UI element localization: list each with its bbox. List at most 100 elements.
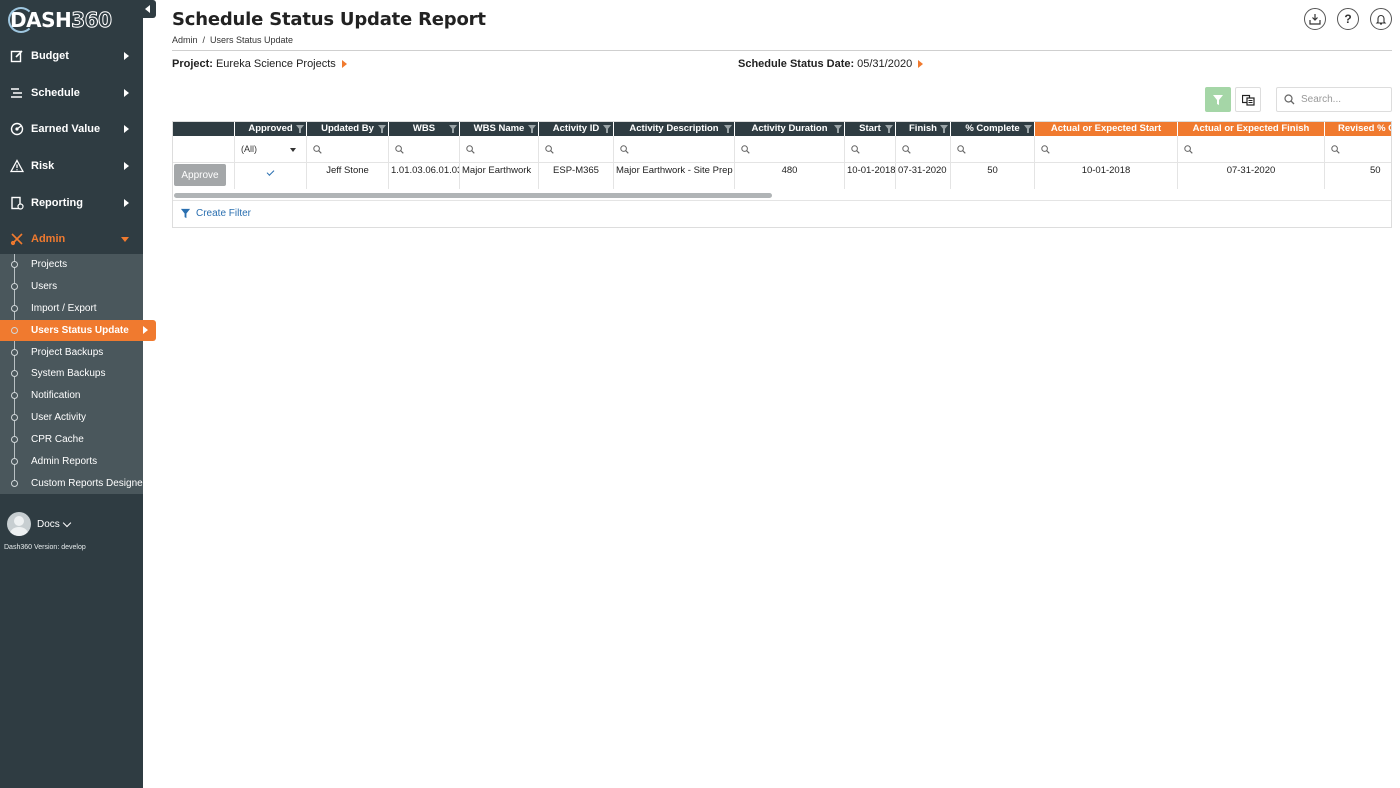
search-icon [1331, 145, 1340, 154]
submenu-custom-reports-designer[interactable]: Custom Reports Designer [0, 473, 146, 494]
version-label: Dash360 Version: develop [4, 544, 86, 551]
status-date-selector[interactable]: Schedule Status Date: 05/31/2020 [738, 58, 924, 70]
project-value: Eureka Science Projects [215, 58, 336, 70]
col-header-actual-finish[interactable]: Actual or Expected Finish [1178, 122, 1325, 136]
filter-input-wbs[interactable] [389, 136, 460, 163]
search-icon [957, 145, 966, 154]
chevron-right-icon [124, 52, 129, 60]
filter-icon[interactable] [885, 125, 893, 133]
page-title: Schedule Status Update Report [172, 9, 486, 30]
col-header-pct-complete[interactable]: % Complete [951, 122, 1035, 136]
grid-footer-divider [173, 200, 1391, 201]
filter-input-start[interactable] [845, 136, 896, 163]
search-icon [1184, 145, 1193, 154]
nav-budget-label: Budget [31, 50, 69, 62]
filter-cell-action [173, 136, 235, 163]
filter-input-revised-pct[interactable] [1325, 136, 1391, 163]
search-field[interactable] [1276, 87, 1392, 112]
check-icon [266, 168, 275, 176]
col-header-wbs[interactable]: WBS [389, 122, 460, 136]
nav-reporting-label: Reporting [31, 197, 83, 209]
user-menu[interactable]: Docs [7, 512, 72, 536]
column-chooser-button[interactable] [1235, 87, 1261, 112]
filter-icon[interactable] [603, 125, 611, 133]
submenu-users-status-update[interactable]: Users Status Update [0, 320, 156, 341]
help-button[interactable]: ? [1337, 8, 1359, 30]
filter-icon[interactable] [378, 125, 386, 133]
col-header-activity-id[interactable]: Activity ID [539, 122, 614, 136]
tools-icon [10, 233, 23, 246]
submenu-user-activity[interactable]: User Activity [0, 407, 143, 428]
col-header-actual-start[interactable]: Actual or Expected Start [1035, 122, 1178, 136]
col-header-updated-by[interactable]: Updated By [307, 122, 389, 136]
col-header-wbs-name[interactable]: WBS Name [460, 122, 539, 136]
status-update-grid: Approved Updated By WBS WBS Name Activit… [172, 121, 1392, 228]
download-icon [1309, 14, 1321, 25]
project-selector[interactable]: Project: Eureka Science Projects [172, 58, 347, 70]
submenu-cpr-cache[interactable]: CPR Cache [0, 429, 143, 450]
nav-risk-label: Risk [31, 160, 55, 172]
chevron-right-icon [124, 162, 129, 170]
filter-icon[interactable] [528, 125, 536, 133]
nav-risk[interactable]: Risk [0, 151, 143, 181]
submenu-admin-reports[interactable]: Admin Reports [0, 451, 143, 472]
col-header-activity-description[interactable]: Activity Description [614, 122, 735, 136]
submenu-users[interactable]: Users [0, 276, 143, 297]
cell-wbs-name: Major Earthwork [460, 163, 539, 189]
download-button[interactable] [1304, 8, 1326, 30]
grid-filter-row: (All) [173, 136, 1391, 163]
approved-filter-select[interactable]: (All) [235, 136, 307, 163]
horizontal-scrollbar[interactable] [174, 193, 772, 198]
search-icon [902, 145, 911, 154]
cell-approved [235, 163, 307, 189]
nav-earned-value[interactable]: Earned Value [0, 114, 143, 144]
filter-icon[interactable] [1024, 125, 1032, 133]
filter-input-actual-finish[interactable] [1178, 136, 1325, 163]
col-header-start[interactable]: Start [845, 122, 896, 136]
cell-updated-by: Jeff Stone [307, 163, 389, 189]
cell-activity-description: Major Earthwork - Site Prep [614, 163, 735, 189]
dash360-logo[interactable]: DASH360 [8, 6, 112, 34]
create-filter-label: Create Filter [196, 208, 252, 219]
col-header-finish[interactable]: Finish [896, 122, 951, 136]
filter-input-pct-complete[interactable] [951, 136, 1035, 163]
header-divider [172, 50, 1392, 51]
col-header-activity-duration[interactable]: Activity Duration [735, 122, 845, 136]
submenu-project-backups[interactable]: Project Backups [0, 342, 143, 363]
col-header-approved[interactable]: Approved [235, 122, 307, 136]
notifications-button[interactable] [1370, 8, 1392, 30]
filter-input-updated-by[interactable] [307, 136, 389, 163]
filter-icon[interactable] [724, 125, 732, 133]
submenu-notification[interactable]: Notification [0, 385, 143, 406]
filter-icon[interactable] [940, 125, 948, 133]
filter-input-activity-description[interactable] [614, 136, 735, 163]
create-filter-link[interactable]: Create Filter [180, 208, 251, 219]
sidebar-collapse-toggle[interactable] [141, 0, 156, 18]
filter-input-finish[interactable] [896, 136, 951, 163]
nav-reporting[interactable]: Reporting [0, 188, 143, 218]
search-input[interactable] [1301, 94, 1381, 105]
submenu-projects[interactable]: Projects [0, 254, 143, 275]
filter-icon[interactable] [834, 125, 842, 133]
submenu-import-export[interactable]: Import / Export [0, 298, 143, 319]
filter-icon [180, 208, 191, 219]
nav-admin[interactable]: Admin [0, 224, 143, 254]
filter-input-actual-start[interactable] [1035, 136, 1178, 163]
status-date-value: 05/31/2020 [857, 58, 913, 70]
submenu-system-backups[interactable]: System Backups [0, 363, 143, 384]
filter-input-activity-id[interactable] [539, 136, 614, 163]
chevron-right-icon [124, 125, 129, 133]
filter-input-activity-duration[interactable] [735, 136, 845, 163]
search-icon [851, 145, 860, 154]
filter-icon[interactable] [296, 125, 304, 133]
filter-toggle-button[interactable] [1205, 87, 1231, 112]
nav-schedule[interactable]: Schedule [0, 78, 143, 108]
report-icon [11, 196, 24, 210]
approve-button[interactable]: Approve [174, 164, 226, 186]
search-icon [1041, 145, 1050, 154]
table-row: Approve Jeff Stone 1.01.03.06.01.03 Majo… [173, 163, 1391, 189]
col-header-revised-pct[interactable]: Revised % Complete [1325, 122, 1391, 136]
nav-budget[interactable]: Budget [0, 41, 143, 71]
filter-icon[interactable] [449, 125, 457, 133]
filter-input-wbs-name[interactable] [460, 136, 539, 163]
